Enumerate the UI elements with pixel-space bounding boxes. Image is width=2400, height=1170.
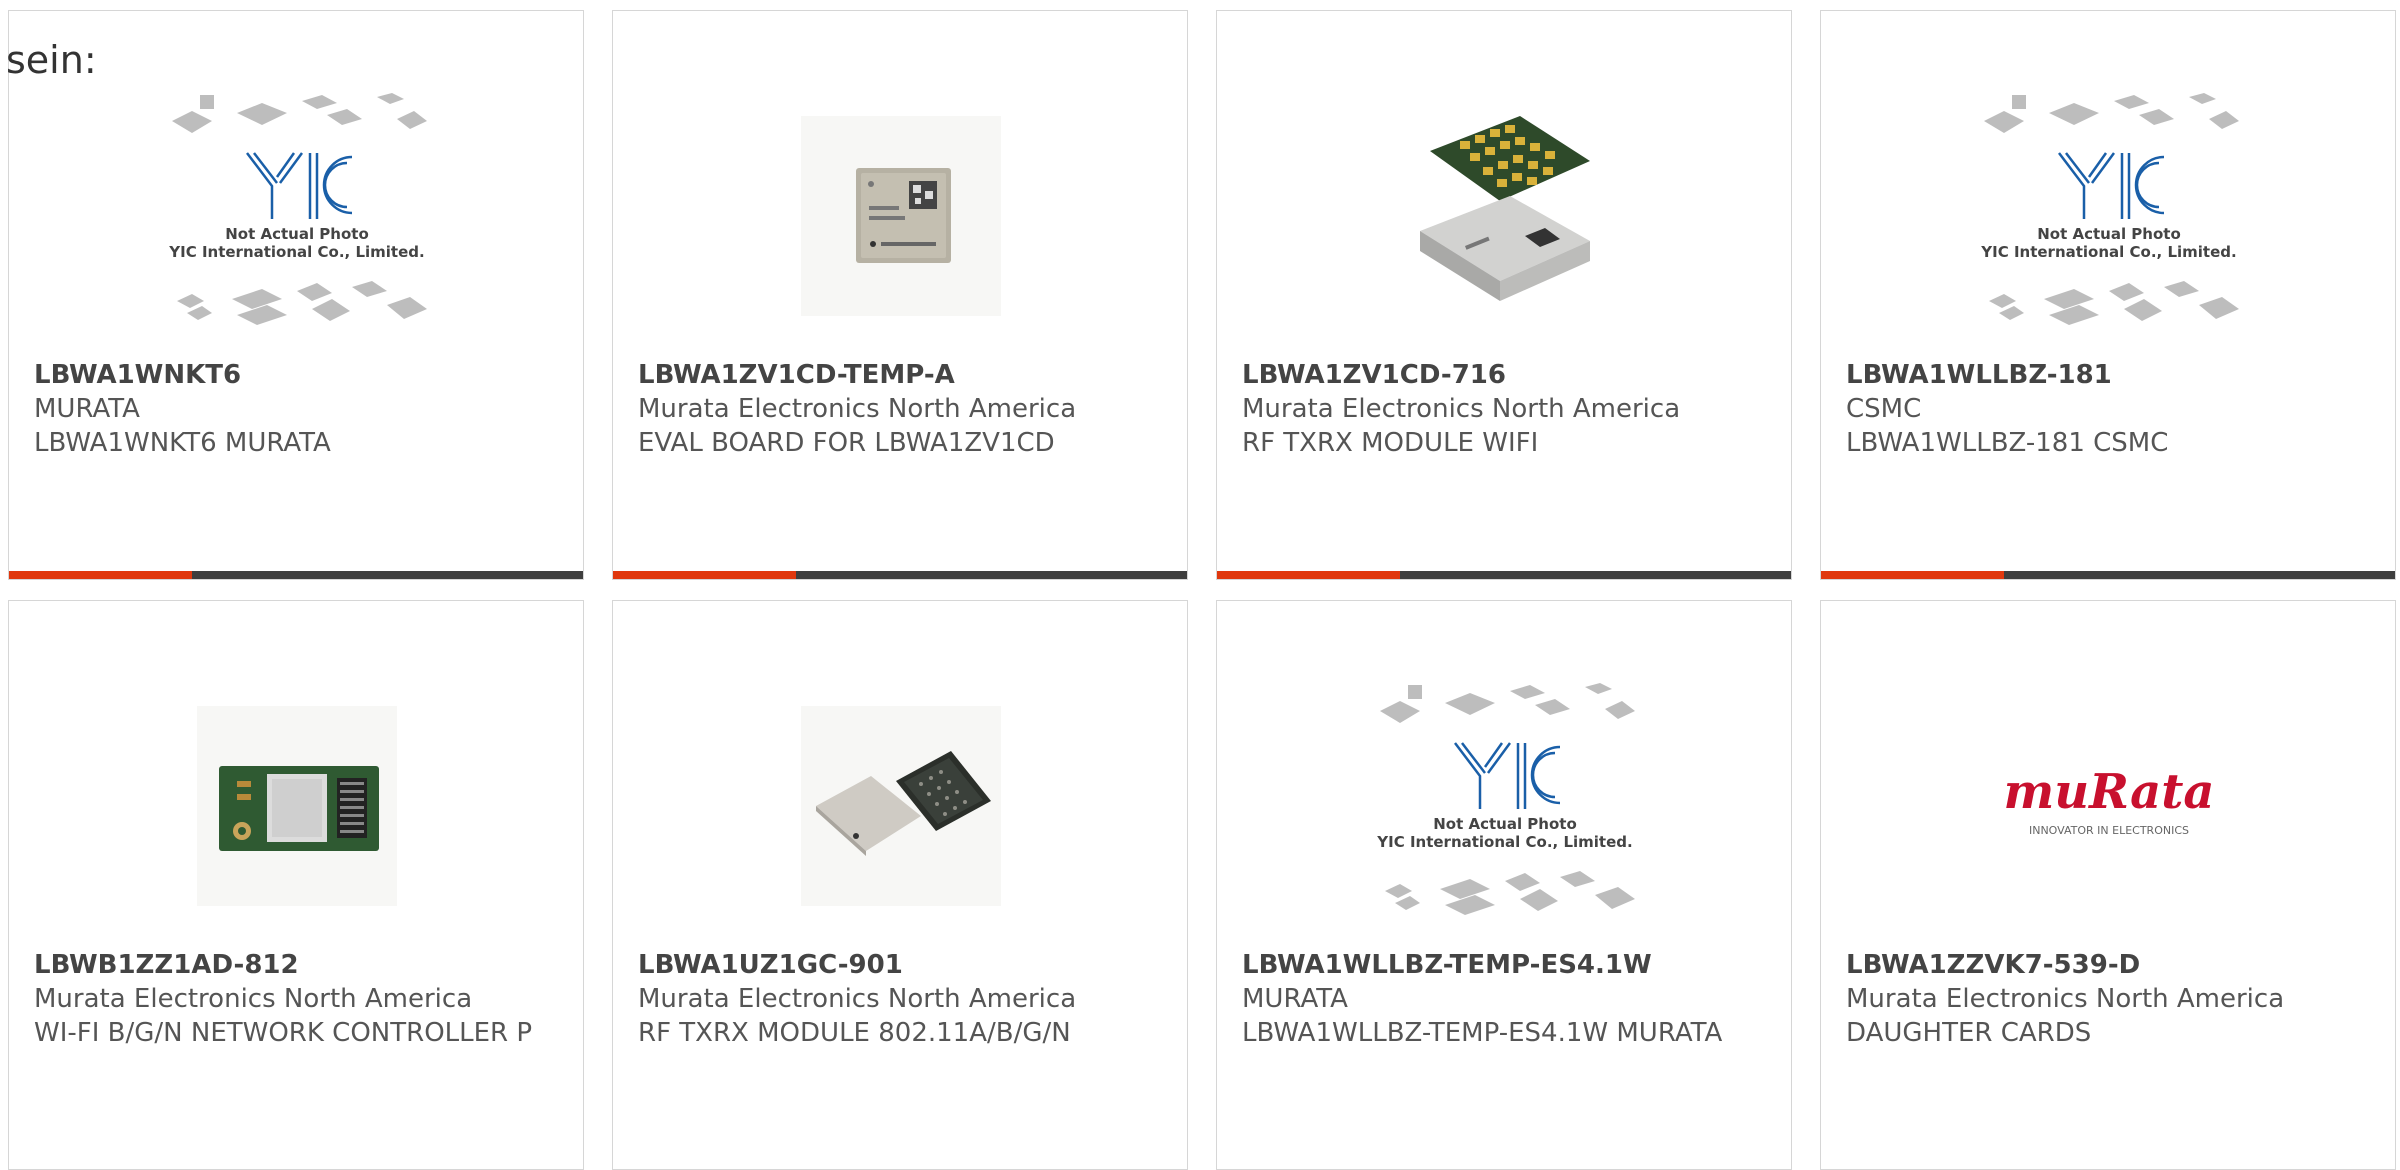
description: EVAL BOARD FOR LBWA1ZV1CD — [638, 428, 1055, 458]
card-accent-bar — [9, 571, 192, 579]
product-image[interactable] — [613, 671, 1187, 941]
card-bottom-bar — [1821, 571, 2395, 579]
manufacturer: Murata Electronics North America — [1242, 394, 1681, 424]
product-info: LBWA1UZ1GC-901 Murata Electronics North … — [638, 948, 1167, 1050]
part-number-link[interactable]: LBWA1ZV1CD-TEMP-A — [638, 358, 1167, 392]
card-bottom-bar — [1217, 571, 1791, 579]
card-accent-bar — [1821, 571, 2004, 579]
manufacturer: CSMC — [1846, 394, 1922, 424]
product-card[interactable]: Not Actual Photo YIC International Co., … — [1820, 10, 2396, 580]
product-image[interactable]: Not Actual Photo YIC International Co., … — [9, 81, 583, 351]
description: DAUGHTER CARDS — [1846, 1018, 2092, 1048]
product-card[interactable]: LBWB1ZZ1AD-812 Murata Electronics North … — [8, 600, 584, 1170]
manufacturer: Murata Electronics North America — [638, 394, 1077, 424]
part-number-link[interactable]: LBWA1ZZVK7-539-D — [1846, 948, 2375, 982]
product-image[interactable] — [613, 81, 1187, 351]
part-number-link[interactable]: LBWA1UZ1GC-901 — [638, 948, 1167, 982]
product-image[interactable]: Not Actual Photo YIC International Co., … — [1821, 81, 2395, 351]
not-actual-photo-placeholder-icon: Not Actual Photo YIC International Co., … — [1980, 93, 2239, 325]
product-image[interactable]: muRata INNOVATOR IN ELECTRONICS — [1821, 671, 2395, 941]
product-info: LBWA1ZV1CD-716 Murata Electronics North … — [1242, 358, 1771, 460]
description: RF TXRX MODULE 802.11A/B/G/N — [638, 1018, 1071, 1048]
part-number-link[interactable]: LBWA1WLLBZ-TEMP-ES4.1W — [1242, 948, 1771, 982]
svg-text:YIC International Co., Limited: YIC International Co., Limited. — [1376, 833, 1632, 851]
green-pcb-photo-icon — [197, 706, 397, 906]
part-number-link[interactable]: LBWA1WNKT6 — [34, 358, 563, 392]
manufacturer: Murata Electronics North America — [34, 984, 473, 1014]
product-card[interactable]: muRata INNOVATOR IN ELECTRONICS LBWA1ZZV… — [1820, 600, 2396, 1170]
two-chips-photo-icon — [801, 706, 1001, 906]
module-chip-photo-icon — [801, 116, 1001, 316]
svg-text:YIC International Co., Limited: YIC International Co., Limited. — [168, 243, 424, 261]
description: RF TXRX MODULE WIFI — [1242, 428, 1539, 458]
svg-text:Not Actual Photo: Not Actual Photo — [1433, 815, 1577, 833]
manufacturer: Murata Electronics North America — [1846, 984, 2285, 1014]
not-actual-photo-placeholder-icon: Not Actual Photo YIC International Co., … — [1376, 683, 1635, 915]
product-image[interactable] — [1217, 81, 1791, 351]
description: LBWA1WLLBZ-181 CSMC — [1846, 428, 2169, 458]
part-number-link[interactable]: LBWB1ZZ1AD-812 — [34, 948, 563, 982]
product-info: LBWA1WLLBZ-181 CSMC LBWA1WLLBZ-181 CSMC — [1846, 358, 2375, 460]
product-grid: Not Actual Photo YIC International Co., … — [0, 0, 2400, 1170]
not-actual-photo-placeholder-icon: Not Actual Photo YIC International Co., … — [168, 93, 427, 325]
product-info: LBWA1ZV1CD-TEMP-A Murata Electronics Nor… — [638, 358, 1167, 460]
product-card[interactable]: Not Actual Photo YIC International Co., … — [8, 10, 584, 580]
manufacturer: MURATA — [1242, 984, 1348, 1014]
part-number-link[interactable]: LBWA1ZV1CD-716 — [1242, 358, 1771, 392]
card-bottom-bar — [613, 571, 1187, 579]
description: WI-FI B/G/N NETWORK CONTROLLER P — [34, 1018, 533, 1048]
product-card[interactable]: LBWA1UZ1GC-901 Murata Electronics North … — [612, 600, 1188, 1170]
svg-text:muRata: muRata — [2003, 764, 2214, 820]
svg-text:Not Actual Photo: Not Actual Photo — [225, 225, 369, 243]
product-image[interactable]: Not Actual Photo YIC International Co., … — [1217, 671, 1791, 941]
svg-text:YIC International Co., Limited: YIC International Co., Limited. — [1980, 243, 2236, 261]
card-accent-bar — [613, 571, 796, 579]
description: LBWA1WNKT6 MURATA — [34, 428, 331, 458]
stacked-module-photo-icon — [1420, 116, 1590, 301]
svg-text:Not Actual Photo: Not Actual Photo — [2037, 225, 2181, 243]
part-number-link[interactable]: LBWA1WLLBZ-181 — [1846, 358, 2375, 392]
product-info: LBWA1WNKT6 MURATA LBWA1WNKT6 MURATA — [34, 358, 563, 460]
product-info: LBWA1ZZVK7-539-D Murata Electronics Nort… — [1846, 948, 2375, 1050]
intro-text: sein: — [6, 38, 97, 82]
description: LBWA1WLLBZ-TEMP-ES4.1W MURATA — [1242, 1018, 1723, 1048]
product-card[interactable]: LBWA1ZV1CD-716 Murata Electronics North … — [1216, 10, 1792, 580]
manufacturer: MURATA — [34, 394, 140, 424]
product-card[interactable]: Not Actual Photo YIC International Co., … — [1216, 600, 1792, 1170]
manufacturer: Murata Electronics North America — [638, 984, 1077, 1014]
card-bottom-bar — [9, 571, 583, 579]
product-info: LBWB1ZZ1AD-812 Murata Electronics North … — [34, 948, 563, 1050]
svg-text:INNOVATOR IN ELECTRONICS: INNOVATOR IN ELECTRONICS — [2029, 824, 2189, 837]
card-accent-bar — [1217, 571, 1400, 579]
product-card[interactable]: LBWA1ZV1CD-TEMP-A Murata Electronics Nor… — [612, 10, 1188, 580]
product-image[interactable] — [9, 671, 583, 941]
murata-logo-icon: muRata INNOVATOR IN ELECTRONICS — [2003, 764, 2214, 837]
product-info: LBWA1WLLBZ-TEMP-ES4.1W MURATA LBWA1WLLBZ… — [1242, 948, 1771, 1050]
